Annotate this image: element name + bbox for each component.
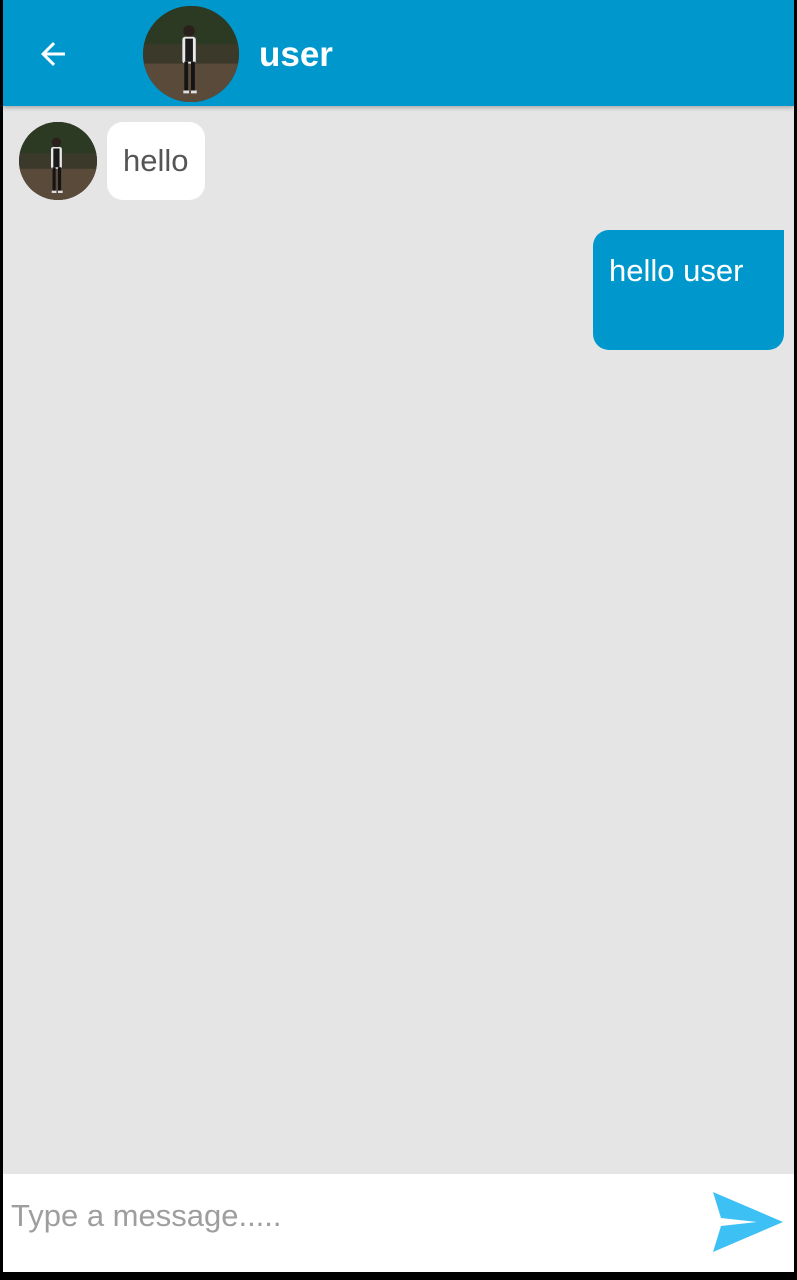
contact-name: user <box>259 35 333 74</box>
arrow-left-icon <box>41 42 65 66</box>
app-bar: user <box>3 0 794 106</box>
chat-screen: user hello hello user <box>3 0 794 1272</box>
user-photo <box>19 122 97 200</box>
send-button[interactable] <box>711 1190 783 1254</box>
back-button[interactable] <box>33 34 73 74</box>
message-input[interactable] <box>11 1188 691 1244</box>
incoming-message-bubble[interactable]: hello <box>107 122 205 200</box>
message-avatar[interactable] <box>19 122 97 200</box>
send-icon <box>713 1192 783 1252</box>
user-photo <box>143 6 239 102</box>
message-composer <box>3 1174 794 1272</box>
contact-avatar[interactable] <box>143 6 239 102</box>
outgoing-message-bubble[interactable]: hello user <box>593 230 784 350</box>
